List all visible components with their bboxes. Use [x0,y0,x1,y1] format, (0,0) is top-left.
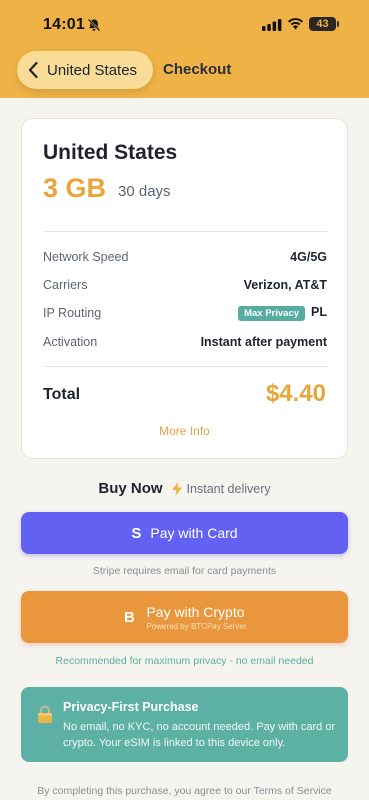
detail-row-activation: Activation Instant after payment [43,333,327,351]
more-info-link[interactable]: More Info [22,424,347,438]
pay-with-crypto-label: Pay with Crypto [146,603,245,620]
back-button[interactable]: United States [17,51,153,89]
detail-value: Instant after payment [200,335,327,349]
plan-summary-card: United States 3 GB 30 days Network Speed… [21,118,348,459]
stripe-icon: S [131,524,142,542]
privacy-info-box: Privacy-First Purchase No email, no KYC,… [21,687,348,762]
btcpay-powered-label: Powered by BTCPay Server [146,621,247,631]
battery-level: 43 [316,18,329,30]
total-price: $4.40 [265,380,326,407]
buy-now-heading: Buy Now Instant delivery [0,480,369,497]
total-label: Total [43,386,81,403]
pay-with-crypto-button[interactable]: B Pay with Crypto Powered by BTCPay Serv… [21,591,348,643]
battery-tip [337,21,339,27]
buy-now-title: Buy Now [98,480,163,497]
detail-row-carriers: Carriers Verizon, AT&T [43,276,327,294]
card-payment-note: Stripe requires email for card payments [92,565,277,577]
status-time: 14:01 [43,16,85,33]
back-button-label: United States [47,61,138,79]
max-privacy-badge: Max Privacy [238,306,306,321]
detail-row-ip-routing: IP Routing Max Privacy PL [43,304,327,322]
pay-with-card-button[interactable]: S Pay with Card [21,512,348,554]
lightning-icon [171,481,182,496]
crypto-recommendation-note: Recommended for maximum privacy - no ema… [55,655,314,667]
privacy-title: Privacy-First Purchase [63,700,199,714]
detail-value: PL [311,305,327,319]
divider [43,366,327,367]
plan-duration: 30 days [118,183,171,200]
divider [43,231,327,232]
privacy-description: No email, no KYC, no account needed. Pay… [63,721,336,749]
detail-value-group: Max Privacy PL [238,305,327,321]
terms-notice: By completing this purchase, you agree t… [37,785,332,797]
page-title: Checkout [163,61,232,78]
detail-key: Activation [43,335,98,349]
detail-value: Verizon, AT&T [243,278,327,292]
detail-key: Carriers [43,278,88,292]
header-bar: 14:01 43 United States Checkout [0,0,369,98]
lock-icon [38,705,52,723]
signal-icon [262,19,282,31]
detail-value: 4G/5G [290,250,327,264]
plan-data-amount: 3 GB [43,173,107,203]
detail-key: Network Speed [43,250,129,264]
status-bar: 14:01 43 [0,0,369,46]
plan-country: United States [43,141,178,164]
chevron-left-icon [28,61,38,79]
wifi-icon [288,18,303,30]
detail-key: IP Routing [43,306,102,320]
pay-with-card-label: Pay with Card [150,525,238,541]
crypto-button-text: Pay with Crypto Powered by BTCPay Server [146,604,246,631]
bitcoin-icon: B [124,608,135,626]
detail-row-network-speed: Network Speed 4G/5G [43,248,327,266]
battery-indicator: 43 [309,17,336,31]
buy-now-subtitle: Instant delivery [186,481,271,496]
bell-muted-icon [87,18,101,32]
